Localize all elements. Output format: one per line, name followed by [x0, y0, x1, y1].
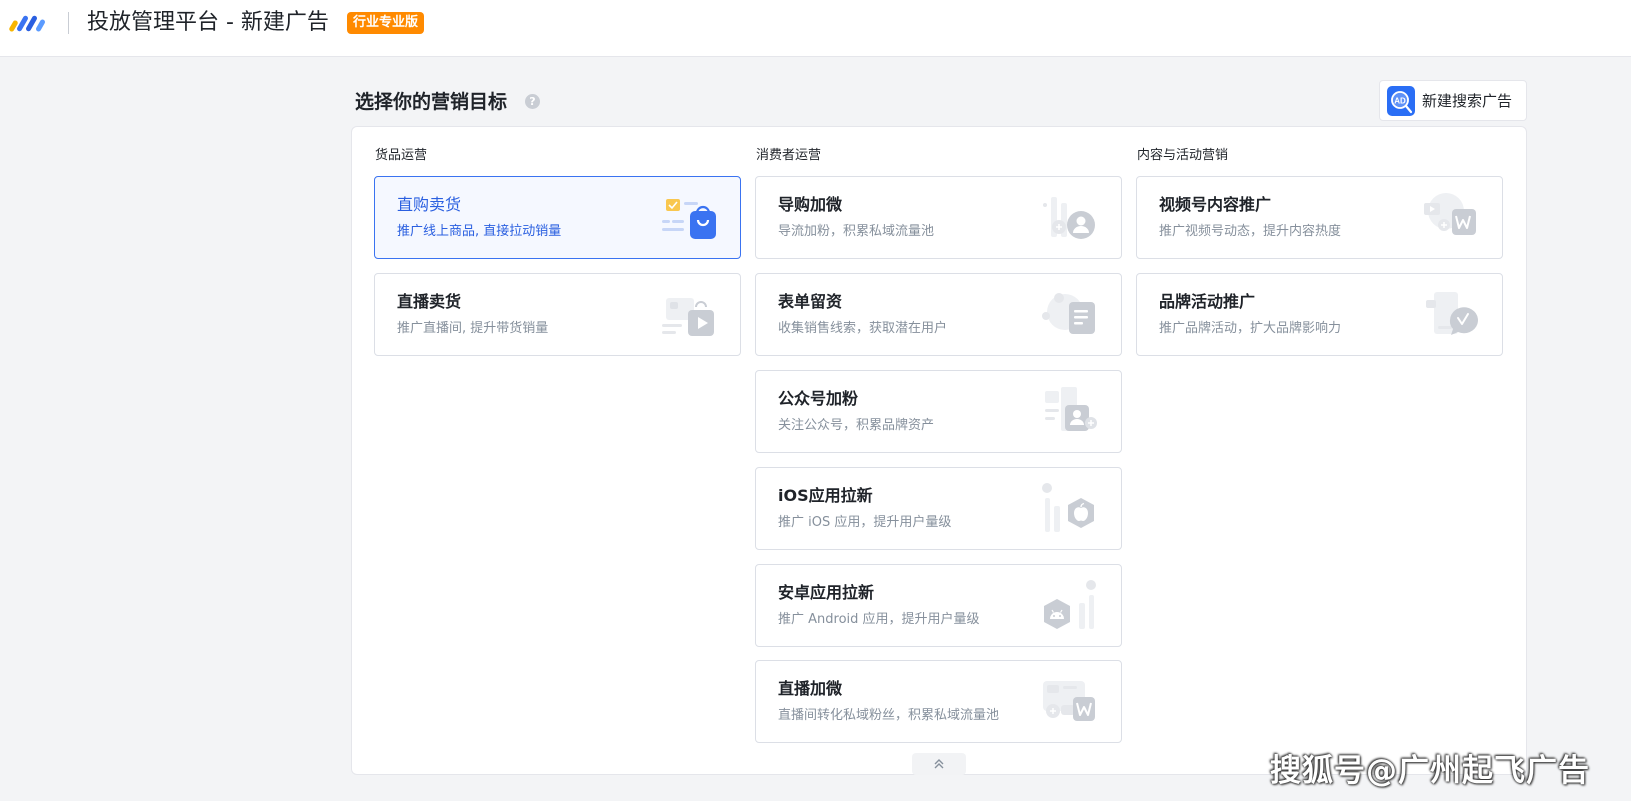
new-search-ad-label: 新建搜索广告	[1422, 92, 1513, 110]
collapse-button[interactable]	[912, 753, 966, 775]
edition-badge: 行业专业版	[347, 12, 425, 34]
column-label-goods: 货品运营	[375, 148, 428, 163]
card-description: 关注公众号，积累品牌资产	[778, 418, 935, 433]
ad-search-icon: AD	[1387, 86, 1415, 116]
column-label-content: 内容与活动营销	[1137, 148, 1229, 163]
card-title: iOS应用拉新	[778, 486, 873, 505]
card-description: 推广视频号动态，提升内容热度	[1159, 224, 1342, 239]
live-play-icon	[662, 298, 714, 336]
live-contact-icon	[1043, 681, 1095, 721]
watermark: 搜狐号@广州起飞广告	[1270, 753, 1590, 789]
card-title: 公众号加粉	[778, 389, 859, 408]
top-header: 投放管理平台 - 新建广告 行业专业版	[0, 0, 1631, 57]
chevron-up-double-icon	[934, 759, 944, 769]
android-icon	[1044, 580, 1096, 629]
goal-card-form-leads[interactable]: 表单留资 收集销售线索，获取潜在用户	[755, 273, 1122, 356]
goal-card-direct-sales[interactable]: 直购卖货 推广线上商品, 直接拉动销量	[374, 176, 741, 259]
card-description: 推广 iOS 应用，提升用户量级	[778, 515, 952, 530]
goal-card-channels-content[interactable]: 视频号内容推广 推广视频号动态，提升内容热度	[1136, 176, 1503, 259]
svg-text:AD: AD	[1394, 97, 1406, 106]
card-description: 推广品牌活动，扩大品牌影响力	[1159, 321, 1342, 336]
card-description: 推广线上商品, 直接拉动销量	[397, 224, 562, 239]
brand-event-icon	[1426, 292, 1478, 335]
card-title: 表单留资	[778, 292, 843, 311]
channels-icon	[1424, 193, 1476, 235]
card-title: 直播卖货	[397, 292, 462, 311]
goal-card-official-account[interactable]: 公众号加粉 关注公众号，积累品牌资产	[755, 370, 1122, 453]
official-account-icon	[1045, 387, 1097, 431]
card-title: 直购卖货	[397, 195, 462, 214]
brand-logo-icon[interactable]	[9, 12, 51, 34]
goal-card-guide-add-wechat[interactable]: 导购加微 导流加粉，积累私域流量池	[755, 176, 1122, 259]
card-title: 视频号内容推广	[1159, 195, 1272, 214]
goal-card-android-app[interactable]: 安卓应用拉新 推广 Android 应用，提升用户量级	[755, 564, 1122, 647]
page-title: 选择你的营销目标	[355, 91, 508, 113]
header-divider	[68, 12, 69, 34]
goal-card-live-add-wechat[interactable]: 直播加微 直播间转化私域粉丝，积累私域流量池	[755, 660, 1122, 743]
card-title: 直播加微	[778, 679, 843, 698]
card-title: 导购加微	[778, 195, 843, 214]
column-label-consumer: 消费者运营	[756, 148, 822, 163]
card-description: 推广直播间, 提升带货销量	[397, 321, 549, 336]
card-title: 品牌活动推广	[1159, 292, 1256, 311]
card-description: 直播间转化私域粉丝，积累私域流量池	[778, 708, 1000, 723]
help-icon[interactable]: ?	[525, 94, 540, 109]
card-description: 导流加粉，积累私域流量池	[778, 224, 935, 239]
card-description: 推广 Android 应用，提升用户量级	[778, 612, 980, 627]
card-description: 收集销售线索，获取潜在用户	[778, 321, 948, 336]
goal-card-brand-event[interactable]: 品牌活动推广 推广品牌活动，扩大品牌影响力	[1136, 273, 1503, 356]
apple-icon	[1042, 483, 1094, 532]
add-contact-icon	[1043, 197, 1095, 239]
form-icon	[1042, 293, 1095, 334]
card-title: 安卓应用拉新	[778, 583, 875, 602]
goal-card-live-sales[interactable]: 直播卖货 推广直播间, 提升带货销量	[374, 273, 741, 356]
new-search-ad-button[interactable]: AD 新建搜索广告	[1379, 80, 1527, 121]
app-title: 投放管理平台 - 新建广告	[87, 10, 329, 35]
shopping-bag-icon	[662, 199, 716, 239]
goal-card-ios-app[interactable]: iOS应用拉新 推广 iOS 应用，提升用户量级	[755, 467, 1122, 550]
